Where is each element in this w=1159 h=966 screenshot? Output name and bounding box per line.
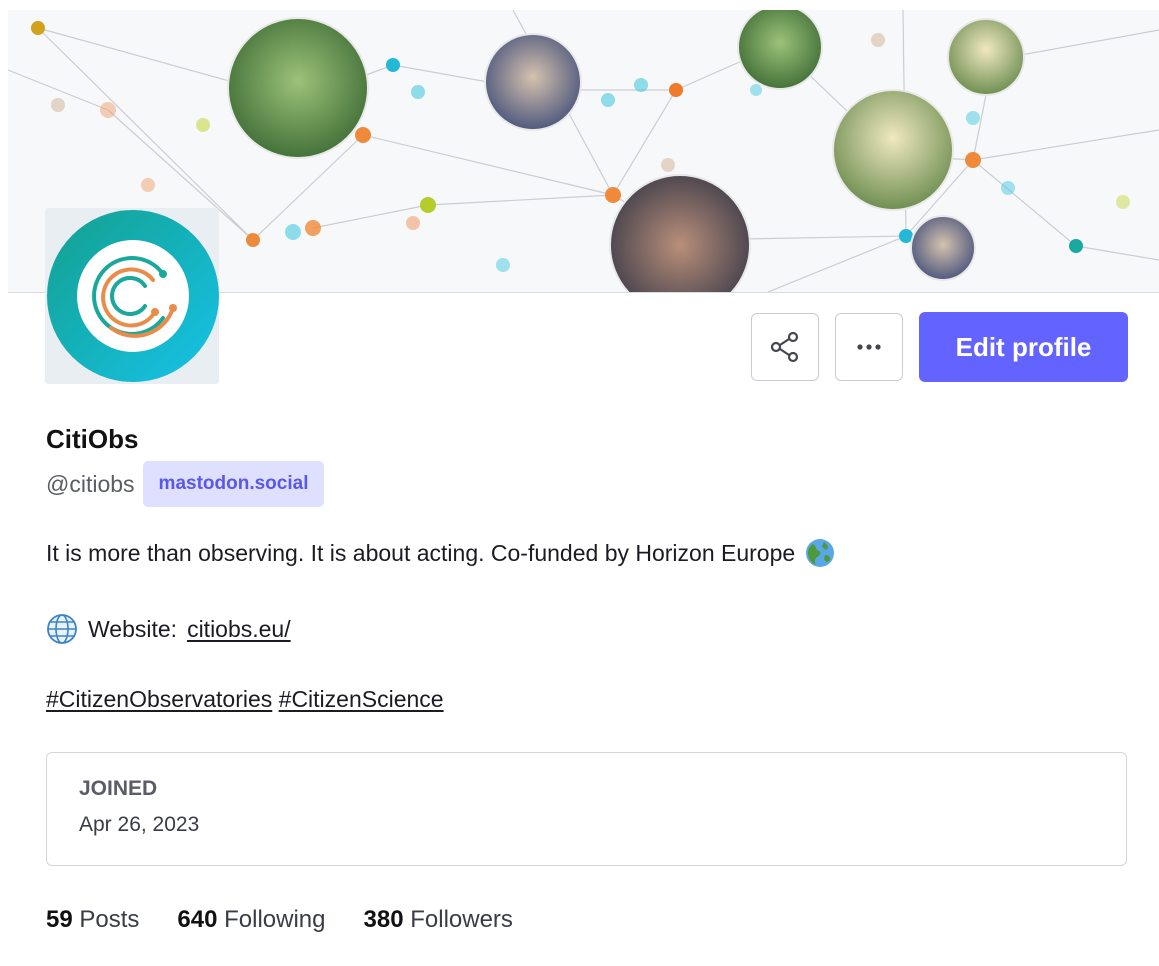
- joined-label: JOINED: [79, 777, 158, 800]
- posts-stat[interactable]: 59 Posts: [46, 906, 139, 934]
- website-label: Website:: [88, 615, 178, 642]
- edit-profile-button[interactable]: Edit profile: [919, 312, 1128, 382]
- joined-card: JOINED Apr 26, 2023: [46, 752, 1127, 866]
- globe-icon: [47, 614, 77, 644]
- following-label: Following: [224, 906, 326, 933]
- profile-stats: 59 Posts 640 Following 380 Followers: [46, 906, 513, 934]
- posts-count: 59: [46, 906, 73, 933]
- website-field: Website: citiobs.eu/: [46, 613, 291, 645]
- hashtags: #CitizenObservatories #CitizenScience: [46, 686, 444, 713]
- website-link[interactable]: citiobs.eu/: [187, 616, 291, 643]
- followers-count: 380: [363, 906, 404, 933]
- share-button[interactable]: [751, 313, 819, 381]
- hashtag-link[interactable]: #CitizenObservatories: [46, 686, 272, 712]
- account-handle-row: @citiobs mastodon.social: [46, 461, 325, 507]
- profile-page: Edit profile CitiObs @citiobs mastodon.s…: [0, 0, 1159, 966]
- avatar[interactable]: [45, 208, 219, 384]
- posts-label: Posts: [79, 906, 140, 933]
- following-count: 640: [177, 906, 218, 933]
- followers-label: Followers: [410, 906, 513, 933]
- globe-earth-emoji-icon: [806, 539, 835, 567]
- more-icon: [857, 344, 881, 350]
- more-options-button[interactable]: [835, 313, 903, 381]
- followers-stat[interactable]: 380 Followers: [364, 906, 513, 934]
- hashtag-link[interactable]: #CitizenScience: [279, 686, 444, 712]
- share-icon: [770, 331, 799, 363]
- profile-actions: Edit profile: [751, 312, 1128, 382]
- account-handle: @citiobs: [46, 470, 135, 497]
- display-name: CitiObs: [46, 424, 139, 454]
- following-stat[interactable]: 640 Following: [177, 906, 325, 934]
- citiobs-logo: [47, 210, 219, 382]
- bio-text: It is more than observing. It is about a…: [46, 538, 835, 568]
- joined-date: Apr 26, 2023: [79, 813, 200, 836]
- domain-badge[interactable]: mastodon.social: [142, 461, 325, 507]
- bio-sentence: It is more than observing. It is about a…: [46, 539, 796, 566]
